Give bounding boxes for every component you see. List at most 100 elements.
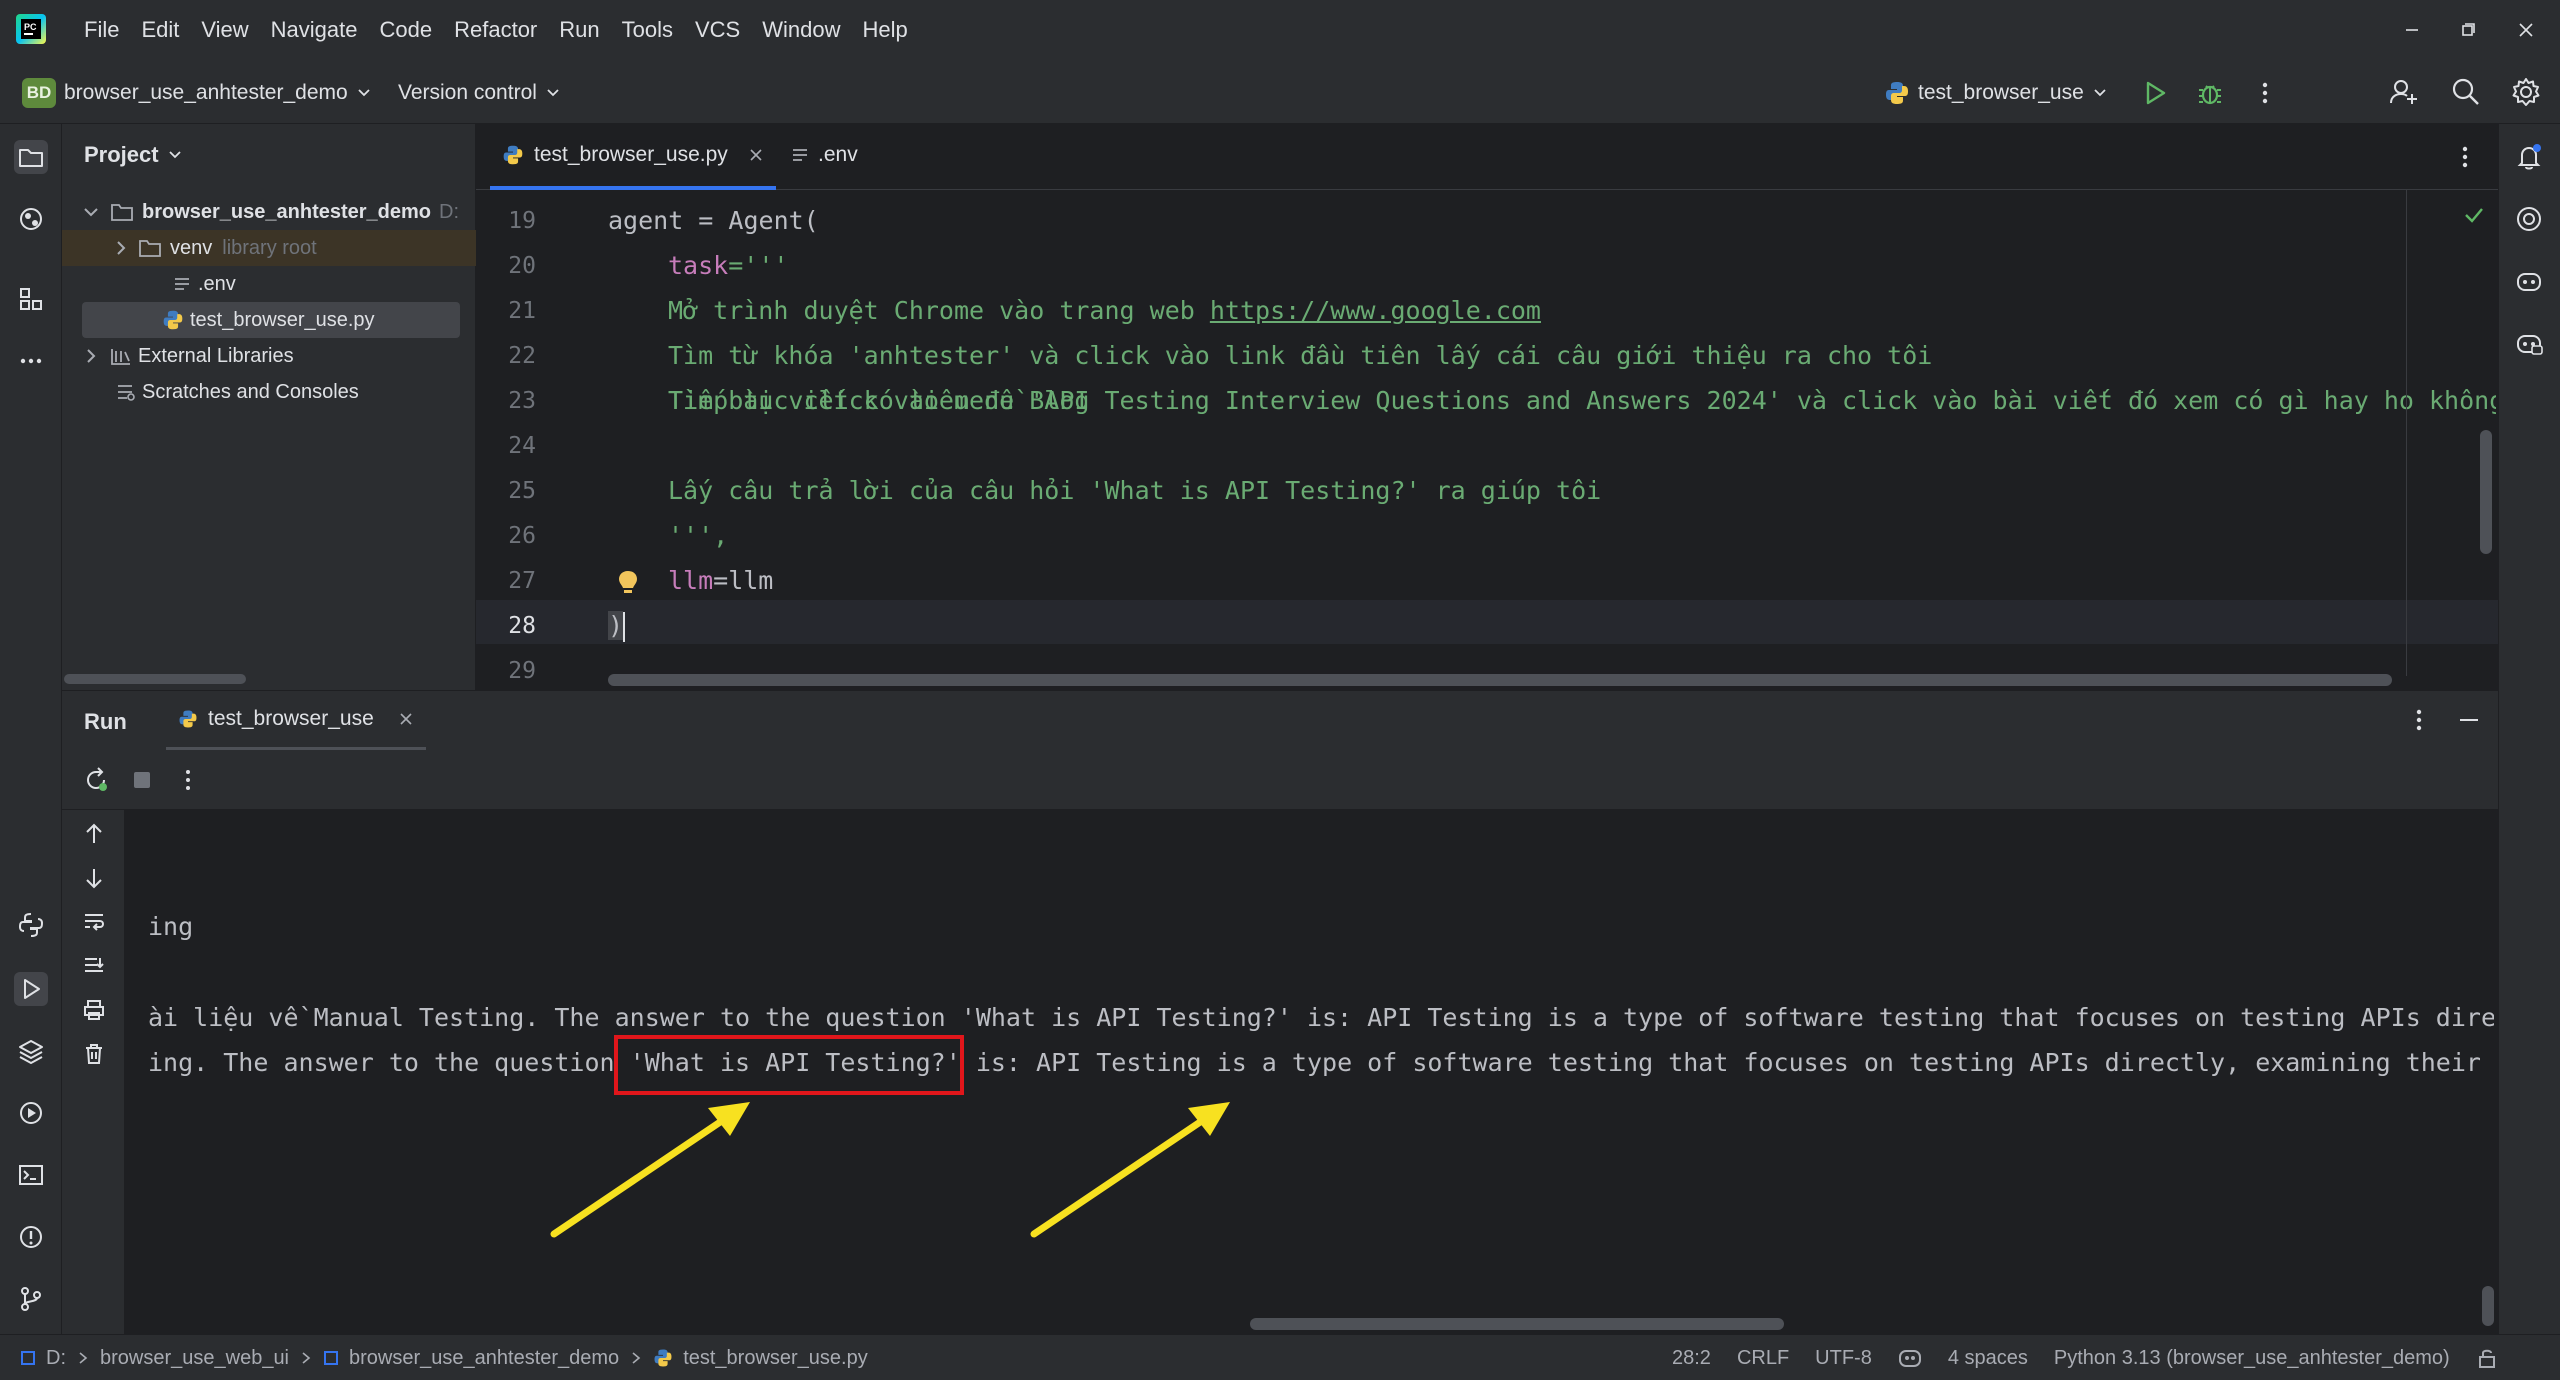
- soft-wrap-icon[interactable]: [82, 910, 106, 934]
- notifications-bell-icon[interactable]: [2512, 140, 2546, 174]
- tree-item-env[interactable]: .env: [62, 266, 476, 302]
- run-config-selector[interactable]: test_browser_use: [1884, 78, 2108, 108]
- editor-horizontal-scrollbar[interactable]: [608, 674, 2392, 686]
- indent-setting[interactable]: 4 spaces: [1948, 1347, 2028, 1370]
- settings-gear-icon[interactable]: [2510, 76, 2542, 108]
- project-name: browser_use_anhtester_demo: [64, 81, 348, 104]
- python-packages-icon[interactable]: [14, 202, 48, 236]
- tab-label: test_browser_use.py: [534, 143, 728, 166]
- hide-panel-icon[interactable]: [2454, 705, 2484, 735]
- git-branch-icon[interactable]: [14, 1282, 48, 1316]
- copilot-chat-icon[interactable]: [2512, 326, 2546, 360]
- copilot-icon[interactable]: [2512, 264, 2546, 298]
- line-separator[interactable]: CRLF: [1737, 1347, 1789, 1370]
- ai-assistant-icon[interactable]: [2512, 202, 2546, 236]
- menu-view[interactable]: View: [201, 17, 248, 43]
- add-user-icon[interactable]: [2388, 76, 2420, 108]
- run-more-icon[interactable]: [174, 766, 202, 794]
- breadcrumb-item[interactable]: D:: [46, 1347, 66, 1370]
- python-file-icon: [502, 144, 524, 166]
- debug-icon[interactable]: [2195, 78, 2225, 108]
- tree-item-venv[interactable]: venv library root: [62, 230, 476, 266]
- line-number: 29: [508, 658, 536, 684]
- code-text: Mở trình duyệt Chrome vào trang web: [668, 296, 1210, 325]
- scroll-up-icon[interactable]: [82, 822, 106, 846]
- close-tab-icon[interactable]: [748, 147, 764, 163]
- breadcrumb-item[interactable]: test_browser_use.py: [683, 1347, 868, 1370]
- menu-vcs[interactable]: VCS: [695, 17, 740, 43]
- print-icon[interactable]: [82, 998, 106, 1022]
- python-console-icon[interactable]: [14, 908, 48, 942]
- problems-icon[interactable]: [14, 1220, 48, 1254]
- line-number: 19: [508, 208, 536, 234]
- structure-icon[interactable]: [14, 282, 48, 316]
- more-actions-icon[interactable]: [2250, 78, 2280, 108]
- services-icon[interactable]: [14, 1096, 48, 1130]
- menu-tools[interactable]: Tools: [622, 17, 673, 43]
- code-line-24: Tìm bài viết có tiêu đề 'API Testing Int…: [668, 386, 2496, 415]
- stop-icon[interactable]: [130, 768, 154, 792]
- console-vertical-scrollbar[interactable]: [2482, 1286, 2494, 1326]
- horizontal-scrollbar[interactable]: [64, 674, 246, 684]
- scroll-down-icon[interactable]: [82, 866, 106, 890]
- tab-test-browser-use[interactable]: test_browser_use.py: [490, 124, 776, 190]
- editor-tabs: test_browser_use.py .env: [476, 124, 2498, 190]
- close-tab-icon[interactable]: [398, 711, 414, 727]
- project-view-selector[interactable]: Project: [84, 142, 183, 168]
- file-encoding[interactable]: UTF-8: [1815, 1347, 1872, 1370]
- more-tools-icon[interactable]: [14, 344, 48, 378]
- menu-edit[interactable]: Edit: [141, 17, 179, 43]
- editor-vertical-scrollbar[interactable]: [2480, 430, 2492, 554]
- breadcrumb-item[interactable]: browser_use_anhtester_demo: [349, 1347, 619, 1370]
- tree-item-external-libraries[interactable]: External Libraries: [62, 338, 476, 374]
- lightbulb-icon[interactable]: [616, 569, 640, 597]
- layers-icon[interactable]: [14, 1034, 48, 1068]
- menu-run[interactable]: Run: [559, 17, 599, 43]
- minimize-icon[interactable]: [2398, 16, 2426, 44]
- menu-window[interactable]: Window: [762, 17, 840, 43]
- menu-code[interactable]: Code: [380, 17, 433, 43]
- tree-item-scratches[interactable]: Scratches and Consoles: [62, 374, 476, 410]
- folder-icon: [138, 237, 162, 259]
- external-libraries-label: External Libraries: [138, 344, 294, 367]
- terminal-icon[interactable]: [14, 1158, 48, 1192]
- tree-item-root[interactable]: browser_use_anhtester_demo D:: [62, 194, 476, 230]
- project-selector[interactable]: browser_use_anhtester_demo: [64, 78, 372, 108]
- line-number: 24: [508, 433, 536, 459]
- run-tool-icon[interactable]: [14, 972, 48, 1006]
- annotation-arrow-icon: [550, 1102, 750, 1238]
- search-icon[interactable]: [2450, 76, 2482, 108]
- code-param-llm: llm: [668, 566, 714, 595]
- copilot-status-icon[interactable]: [1898, 1347, 1922, 1369]
- menu-navigate[interactable]: Navigate: [271, 17, 358, 43]
- tab-env[interactable]: .env: [790, 124, 858, 186]
- run-icon[interactable]: [2140, 78, 2170, 108]
- scroll-to-end-icon[interactable]: [82, 954, 106, 978]
- breadcrumb-item[interactable]: browser_use_web_ui: [100, 1347, 289, 1370]
- run-options-icon[interactable]: [2404, 705, 2434, 735]
- trash-icon[interactable]: [82, 1042, 106, 1066]
- rerun-icon[interactable]: [82, 766, 110, 794]
- tree-item-test-browser-use[interactable]: test_browser_use.py: [82, 302, 460, 338]
- py-file-label: test_browser_use.py: [190, 308, 375, 331]
- chevron-right-icon: [82, 347, 100, 365]
- restore-icon[interactable]: [2454, 16, 2482, 44]
- tab-options-icon[interactable]: [2450, 142, 2480, 172]
- line-number: 20: [508, 253, 536, 279]
- caret-position[interactable]: 28:2: [1672, 1347, 1711, 1370]
- code-line-19: agent = Agent(: [608, 206, 819, 235]
- project-folder-icon[interactable]: [14, 140, 48, 174]
- code-url-link[interactable]: https://www.google.com: [1210, 296, 1541, 325]
- console-horizontal-scrollbar[interactable]: [1250, 1318, 1784, 1330]
- menu-file[interactable]: File: [84, 17, 119, 43]
- close-window-icon[interactable]: [2512, 16, 2540, 44]
- run-tab-test-browser-use[interactable]: test_browser_use: [166, 691, 426, 751]
- python-file-icon: [1884, 80, 1910, 106]
- menu-refactor[interactable]: Refactor: [454, 17, 537, 43]
- version-control-selector[interactable]: Version control: [398, 78, 561, 108]
- lock-icon[interactable]: [2476, 1347, 2498, 1369]
- python-interpreter[interactable]: Python 3.13 (browser_use_anhtester_demo): [2054, 1347, 2450, 1370]
- code-line-22: Tìm từ khóa 'anhtester' và click vào lin…: [668, 341, 1933, 370]
- menu-help[interactable]: Help: [862, 17, 907, 43]
- project-badge[interactable]: BD: [22, 78, 56, 108]
